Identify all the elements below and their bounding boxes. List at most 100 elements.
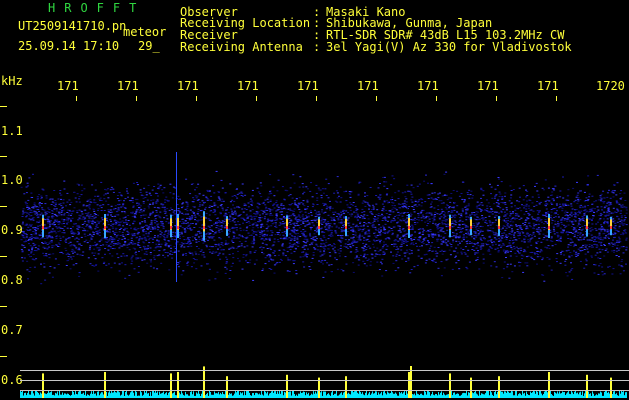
noise-speck (137, 228, 140, 230)
noise-speck (72, 264, 75, 266)
noise-speck (207, 232, 210, 234)
noise-speck (109, 231, 112, 233)
noise-speck (156, 200, 159, 202)
noise-speck (49, 266, 52, 267)
noise-speck (185, 253, 187, 255)
noise-speck (195, 259, 198, 261)
noise-speck (151, 189, 154, 191)
noise-speck (186, 217, 188, 219)
noise-speck (406, 184, 409, 186)
noise-speck (372, 222, 374, 224)
noise-speck (501, 277, 504, 279)
noise-speck (327, 214, 330, 216)
noise-speck (477, 250, 479, 252)
noise-speck (134, 213, 137, 215)
noise-speck (625, 209, 628, 211)
noise-speck (374, 228, 377, 230)
noise-speck (538, 210, 541, 212)
noise-speck (70, 221, 73, 222)
noise-speck (356, 250, 359, 252)
noise-speck (261, 234, 264, 236)
noise-speck (121, 231, 124, 233)
noise-speck (373, 220, 376, 222)
noise-speck (320, 220, 323, 222)
noise-speck (514, 209, 517, 211)
noise-speck (518, 237, 521, 239)
noise-speck (384, 220, 387, 221)
noise-speck (286, 211, 289, 213)
noise-speck (472, 245, 475, 247)
noise-speck (303, 254, 306, 256)
noise-speck (232, 247, 235, 249)
noise-speck (532, 222, 535, 224)
noise-speck (362, 248, 365, 250)
noise-speck (366, 201, 369, 203)
noise-speck (378, 224, 381, 226)
noise-speck (186, 243, 188, 244)
noise-speck (340, 269, 343, 270)
noise-speck (31, 249, 33, 250)
noise-speck (427, 229, 430, 231)
noise-speck (147, 233, 150, 235)
noise-speck (240, 245, 243, 247)
noise-speck (554, 223, 557, 225)
noise-speck (585, 197, 588, 199)
noise-speck (40, 198, 43, 200)
noise-speck (107, 188, 110, 190)
noise-speck (126, 223, 128, 225)
noise-speck (599, 243, 602, 245)
noise-speck (146, 228, 149, 230)
noise-speck (492, 232, 495, 234)
noise-speck (598, 228, 601, 230)
noise-speck (537, 216, 540, 218)
noise-speck (372, 243, 374, 245)
noise-speck (117, 214, 120, 216)
noise-speck (501, 196, 504, 198)
noise-speck (31, 246, 34, 248)
noise-speck (63, 180, 66, 182)
noise-speck (208, 219, 211, 221)
noise-speck (131, 243, 134, 245)
noise-speck (526, 218, 529, 220)
noise-speck (185, 178, 188, 180)
noise-speck (346, 204, 349, 206)
noise-speck (596, 245, 599, 247)
noise-speck (505, 209, 508, 211)
noise-speck (551, 191, 554, 193)
noise-speck (474, 215, 477, 217)
noise-speck (104, 188, 106, 190)
noise-speck (398, 238, 401, 240)
noise-speck (475, 206, 478, 208)
noise-speck (354, 205, 357, 207)
noise-speck (585, 260, 588, 262)
noise-speck (243, 203, 246, 205)
noise-speck (504, 252, 507, 254)
noise-speck (528, 235, 530, 237)
noise-speck (286, 270, 289, 272)
noise-speck (414, 204, 417, 206)
noise-speck (145, 233, 148, 235)
noise-speck (185, 254, 188, 256)
noise-speck (585, 264, 588, 266)
noise-speck (499, 236, 502, 238)
noise-speck (506, 266, 509, 268)
noise-speck (154, 214, 157, 216)
noise-speck (114, 227, 117, 229)
noise-speck (519, 225, 522, 227)
noise-speck (358, 235, 361, 237)
noise-speck (141, 237, 144, 239)
noise-speck (298, 227, 301, 229)
noise-speck (293, 238, 296, 240)
noise-speck (613, 184, 616, 185)
noise-speck (503, 211, 506, 213)
noise-speck (117, 240, 119, 241)
noise-speck (264, 208, 267, 210)
noise-speck (622, 246, 625, 248)
noise-speck (399, 203, 402, 205)
noise-speck (470, 190, 473, 192)
noise-speck (510, 219, 513, 221)
noise-speck (529, 234, 532, 236)
noise-speck (21, 250, 24, 252)
noise-speck (550, 237, 553, 239)
noise-speck (355, 210, 358, 212)
